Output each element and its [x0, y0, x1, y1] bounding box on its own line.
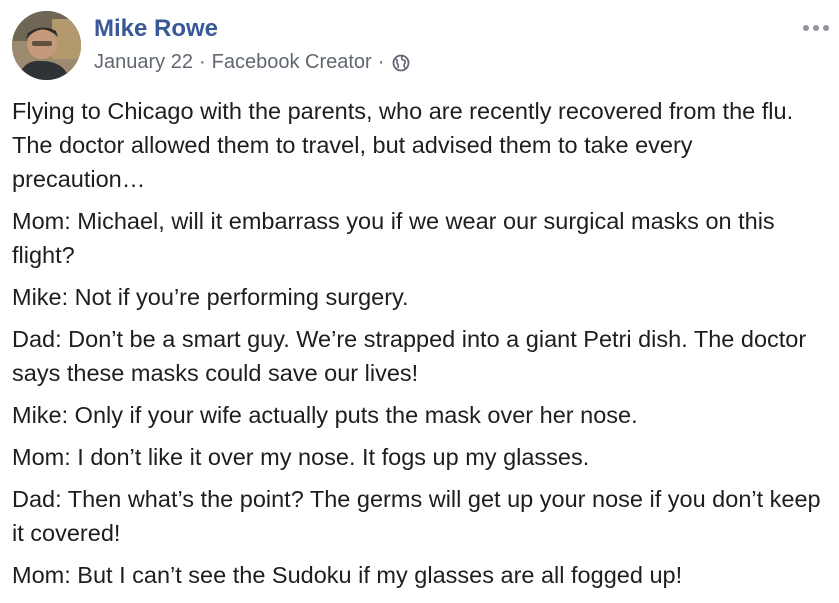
post-paragraph: Flying to Chicago with the parents, who … [12, 98, 794, 192]
post-paragraph: Mom: I don’t like it over my nose. It fo… [12, 444, 590, 470]
globe-icon[interactable] [392, 54, 410, 72]
post-paragraph: Dad: Don’t be a smart guy. We’re strappe… [12, 326, 807, 386]
post-meta: January 22 · Facebook Creator · [94, 51, 410, 74]
meta-separator: · [377, 51, 385, 73]
post-paragraph: Mike: Not if you’re performing surgery. [12, 284, 409, 310]
post-source-link[interactable]: Facebook Creator [212, 51, 372, 74]
avatar[interactable] [12, 11, 81, 80]
post-paragraph: Dad: Then what’s the point? The germs wi… [12, 486, 821, 546]
more-options-icon[interactable] [801, 21, 831, 35]
post-paragraph: Mom: But I can’t see the Sudoku if my gl… [12, 562, 683, 588]
post-body: Flying to Chicago with the parents, who … [12, 94, 832, 600]
avatar-photo [12, 11, 81, 80]
post-header: Mike Rowe January 22 · Facebook Creator … [12, 11, 839, 83]
post-paragraph: Mike: Only if your wife actually puts th… [12, 402, 638, 428]
author-name-link[interactable]: Mike Rowe [94, 15, 218, 43]
post-paragraph: Mom: Michael, will it embarrass you if w… [12, 208, 775, 268]
post-date-link[interactable]: January 22 [94, 51, 193, 74]
meta-separator: · [198, 51, 206, 73]
